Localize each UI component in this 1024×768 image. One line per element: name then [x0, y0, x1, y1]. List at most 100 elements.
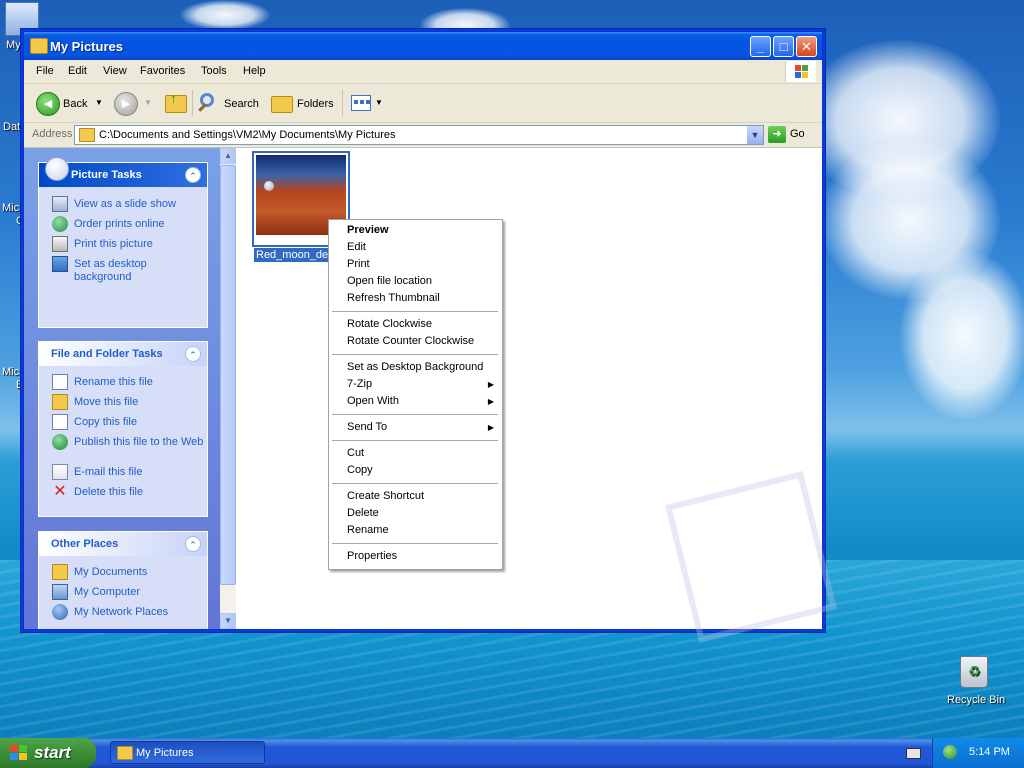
- minimize-button[interactable]: _: [750, 36, 771, 57]
- maximize-button[interactable]: □: [773, 36, 794, 57]
- task-publish-web[interactable]: Publish this file to the Web: [74, 436, 204, 449]
- task-delete-file[interactable]: Delete this file: [74, 486, 204, 499]
- task-print-picture[interactable]: Print this picture: [74, 238, 204, 251]
- menu-edit[interactable]: Edit: [68, 65, 87, 77]
- scroll-up-button[interactable]: ▲: [220, 148, 236, 164]
- menu-open-with[interactable]: Open With: [347, 395, 399, 407]
- views-icon: [351, 95, 371, 111]
- search-button[interactable]: Search: [196, 90, 262, 116]
- desktop-background-icon: [52, 256, 68, 272]
- clock: 5:14 PM: [969, 746, 1010, 758]
- place-my-network-places[interactable]: My Network Places: [74, 606, 204, 619]
- task-email-file[interactable]: E-mail this file: [74, 466, 204, 479]
- other-places-header[interactable]: Other Places ⌃: [39, 532, 207, 556]
- menu-rename[interactable]: Rename: [347, 524, 389, 536]
- place-my-documents[interactable]: My Documents: [74, 566, 204, 579]
- menu-set-desktop-background[interactable]: Set as Desktop Background: [347, 361, 483, 373]
- move-icon: [52, 394, 68, 410]
- menu-7zip[interactable]: 7-Zip: [347, 378, 372, 390]
- menu-rotate-clockwise[interactable]: Rotate Clockwise: [347, 318, 432, 330]
- forward-button[interactable]: ▶ ▼: [112, 90, 156, 116]
- address-label: Address: [32, 128, 73, 140]
- start-label: start: [34, 743, 71, 762]
- menu-edit[interactable]: Edit: [347, 241, 366, 253]
- menu-tools[interactable]: Tools: [201, 65, 227, 77]
- desktop-icon-recycle-bin[interactable]: ♻ Recycle Bin: [944, 656, 1005, 706]
- start-button[interactable]: start: [0, 738, 96, 768]
- address-dropdown-button[interactable]: ▼: [747, 126, 763, 144]
- menu-delete[interactable]: Delete: [347, 507, 379, 519]
- menu-cut[interactable]: Cut: [347, 447, 364, 459]
- menu-rotate-counter-clockwise[interactable]: Rotate Counter Clockwise: [347, 335, 474, 347]
- title-bar[interactable]: My Pictures _ □ ✕: [24, 32, 822, 60]
- collapse-chevron-icon[interactable]: ⌃: [185, 346, 201, 362]
- menu-print[interactable]: Print: [347, 258, 370, 270]
- desktop-icon-label: Recycle Bin: [947, 694, 1006, 706]
- system-tray: 5:14 PM: [932, 738, 1024, 768]
- submenu-arrow-icon: ▶: [487, 380, 494, 389]
- task-pane: Picture Tasks ⌃ View as a slide show Ord…: [24, 148, 220, 629]
- desktop-icon-label: Micr: [2, 202, 23, 214]
- printer-icon: [52, 236, 68, 252]
- scroll-down-button[interactable]: ▼: [220, 613, 236, 629]
- menu-open-file-location[interactable]: Open file location: [347, 275, 432, 287]
- views-dropdown-icon: ▼: [375, 98, 383, 107]
- address-value: C:\Documents and Settings\VM2\My Documen…: [99, 129, 396, 141]
- menu-copy[interactable]: Copy: [347, 464, 373, 476]
- menu-favorites[interactable]: Favorites: [140, 65, 185, 77]
- network-tray-icon[interactable]: [943, 745, 957, 759]
- publish-web-icon: [52, 434, 68, 450]
- task-move-file[interactable]: Move this file: [74, 396, 204, 409]
- place-my-computer[interactable]: My Computer: [74, 586, 204, 599]
- desktop-icon-label: Dat: [3, 121, 21, 133]
- task-rename-file[interactable]: Rename this file: [74, 376, 204, 389]
- menu-separator: [332, 440, 498, 441]
- email-icon: [52, 464, 68, 480]
- scroll-thumb[interactable]: [220, 165, 236, 585]
- menu-separator: [332, 543, 498, 544]
- keyboard-icon[interactable]: [906, 748, 921, 759]
- collapse-chevron-icon[interactable]: ⌃: [185, 167, 201, 183]
- menu-file[interactable]: File: [36, 65, 54, 77]
- taskbar-my-pictures[interactable]: My Pictures: [110, 741, 265, 764]
- picture-tasks-header[interactable]: Picture Tasks ⌃: [39, 157, 207, 187]
- up-folder-button[interactable]: ↑: [162, 90, 188, 116]
- menu-refresh-thumbnail[interactable]: Refresh Thumbnail: [347, 292, 440, 304]
- file-name-label[interactable]: Red_moon_des: [254, 248, 336, 262]
- menu-view[interactable]: View: [103, 65, 127, 77]
- back-button[interactable]: ◀ Back ▼: [34, 90, 112, 116]
- window-title: My Pictures: [50, 39, 123, 54]
- file-folder-tasks-header[interactable]: File and Folder Tasks ⌃: [39, 342, 207, 366]
- menu-create-shortcut[interactable]: Create Shortcut: [347, 490, 424, 502]
- address-input[interactable]: C:\Documents and Settings\VM2\My Documen…: [74, 125, 764, 145]
- views-button[interactable]: ▼: [348, 90, 384, 116]
- menu-properties[interactable]: Properties: [347, 550, 397, 562]
- task-pane-scrollbar[interactable]: ▲ ▼: [220, 148, 236, 629]
- file-view[interactable]: Red_moon_des: [236, 148, 838, 644]
- menu-separator: [332, 483, 498, 484]
- folder-icon: [79, 128, 95, 142]
- task-view-slideshow[interactable]: View as a slide show: [74, 198, 204, 211]
- forward-dropdown-icon[interactable]: ▼: [144, 98, 152, 107]
- back-dropdown-icon[interactable]: ▼: [95, 98, 103, 107]
- desktop-icon-label: Micr: [2, 366, 23, 378]
- task-order-prints[interactable]: Order prints online: [74, 218, 204, 231]
- folder-icon: [117, 746, 133, 760]
- picture-watermark-icon: [664, 470, 838, 644]
- slideshow-icon: [52, 196, 68, 212]
- my-documents-icon: [52, 564, 68, 580]
- menu-send-to[interactable]: Send To: [347, 421, 387, 433]
- task-copy-file[interactable]: Copy this file: [74, 416, 204, 429]
- close-button[interactable]: ✕: [796, 36, 817, 57]
- my-computer-icon: [52, 584, 68, 600]
- submenu-arrow-icon: ▶: [487, 423, 494, 432]
- menu-help[interactable]: Help: [243, 65, 266, 77]
- task-set-desktop-background[interactable]: Set as desktop background: [74, 258, 204, 284]
- forward-arrow-icon: ▶: [114, 92, 138, 116]
- menu-separator: [332, 354, 498, 355]
- file-folder-tasks-panel: File and Folder Tasks ⌃ Rename this file…: [38, 341, 208, 517]
- collapse-chevron-icon[interactable]: ⌃: [185, 536, 201, 552]
- menu-preview[interactable]: Preview: [347, 224, 389, 236]
- folders-button[interactable]: Folders: [268, 90, 338, 116]
- windows-flag-icon: [10, 745, 28, 761]
